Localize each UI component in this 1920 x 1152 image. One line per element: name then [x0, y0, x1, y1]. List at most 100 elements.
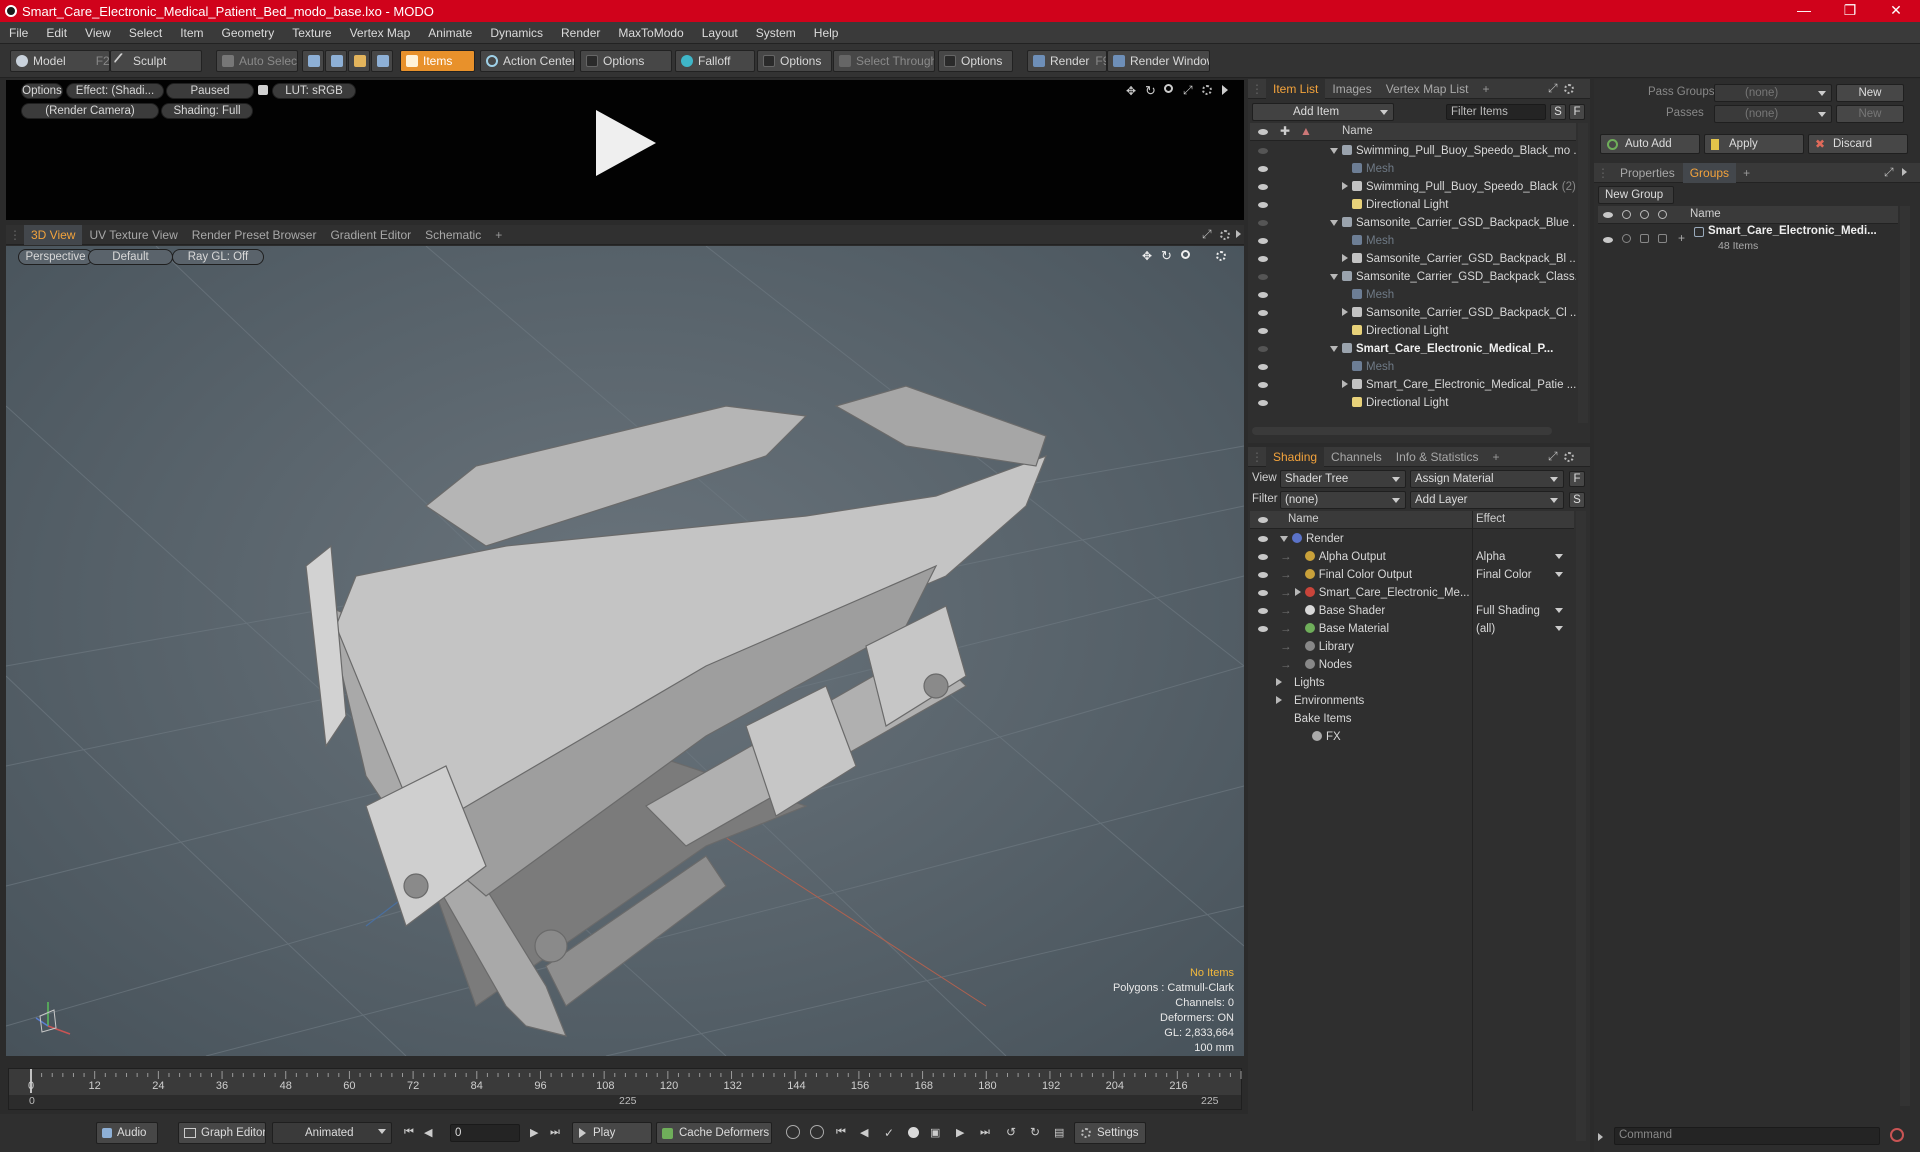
tab-schematic[interactable]: Schematic [418, 225, 488, 245]
group-lock-toggle[interactable] [1640, 234, 1649, 243]
menu-render[interactable]: Render [552, 26, 609, 40]
menu-geometry[interactable]: Geometry [213, 26, 284, 40]
tab-uv-texture-view[interactable]: UV Texture View [82, 225, 184, 245]
select-through-options-button[interactable]: Options [938, 50, 1013, 72]
animated-dropdown[interactable]: Animated [272, 1122, 392, 1144]
visibility-eye-icon[interactable] [1258, 400, 1268, 406]
collapse-icon[interactable] [1330, 274, 1338, 280]
new-group-button[interactable]: New Group [1598, 186, 1674, 204]
menu-file[interactable]: File [0, 26, 37, 40]
expand-icon[interactable] [1342, 182, 1348, 190]
groups-scrollbar[interactable] [1900, 206, 1910, 1106]
menu-layout[interactable]: Layout [693, 26, 747, 40]
timeline[interactable]: 0 12 24 36 48 60 72 84 96 108 120 132 144 156 168 180 19… [8, 1068, 1242, 1110]
new-pass-button[interactable]: New [1836, 105, 1904, 123]
record-icon[interactable] [908, 1127, 919, 1138]
item-list-row[interactable]: Directional Light [1250, 322, 1576, 340]
menu-edit[interactable]: Edit [37, 26, 76, 40]
menu-vertex-map[interactable]: Vertex Map [341, 26, 420, 40]
next-frame-icon[interactable]: ▶ [956, 1126, 964, 1139]
next-key-icon[interactable]: ▶ [530, 1126, 538, 1139]
shading-maximize-icon[interactable]: ⤢ [1548, 449, 1558, 464]
graph-editor-button[interactable]: Graph Editor [178, 1122, 266, 1144]
tab-render-preset-browser[interactable]: Render Preset Browser [185, 225, 324, 245]
collapse-icon[interactable] [1280, 536, 1288, 542]
zoom-icon[interactable] [1164, 84, 1173, 93]
tab-groups[interactable]: Groups [1682, 162, 1737, 183]
group-visibility-icon[interactable] [1603, 237, 1613, 243]
shading-settings-icon[interactable] [1564, 452, 1574, 462]
shader-tree-row[interactable]: → Alpha Output Alpha [1250, 548, 1574, 566]
filter-f-button[interactable]: F [1569, 104, 1585, 120]
command-history-icon[interactable] [1890, 1128, 1904, 1142]
close-icon[interactable]: ✕ [1874, 0, 1918, 22]
render-window-button[interactable]: Render Window [1107, 50, 1210, 72]
shader-scrollbar[interactable] [1576, 511, 1586, 1141]
sculpt-mode-button[interactable]: Sculpt [110, 50, 202, 72]
menu-system[interactable]: System [747, 26, 805, 40]
preview-camera-dropdown[interactable]: (Render Camera) [21, 103, 159, 119]
shader-tree-row[interactable]: Render [1250, 530, 1574, 548]
preview-settings-icon[interactable] [1202, 85, 1212, 95]
command-input[interactable]: Command [1614, 1127, 1880, 1145]
add-tab-icon[interactable]: + [1485, 447, 1506, 467]
expand-icon[interactable] [1342, 254, 1348, 262]
select-vertices-button[interactable] [302, 50, 324, 72]
tab-channels[interactable]: Channels [1324, 447, 1389, 467]
collapse-icon[interactable] [1330, 220, 1338, 226]
raygl-dropdown[interactable]: Ray GL: Off [172, 249, 264, 265]
expand-icon[interactable] [1294, 588, 1301, 596]
menu-dynamics[interactable]: Dynamics [481, 26, 552, 40]
auto-key-icon[interactable] [810, 1125, 824, 1139]
expand-icon[interactable] [1276, 678, 1282, 686]
visibility-eye-icon[interactable] [1258, 554, 1268, 560]
visibility-eye-icon[interactable] [1258, 292, 1268, 298]
item-list-row[interactable]: Mesh [1250, 358, 1576, 376]
shader-name-header[interactable]: Name [1288, 513, 1319, 525]
tab-vertex-map-list[interactable]: Vertex Map List [1379, 79, 1476, 99]
menu-view[interactable]: View [76, 26, 120, 40]
item-list-row[interactable]: Samsonite_Carrier_GSD_Backpack_Bl ... [1250, 250, 1576, 268]
effect-dropdown[interactable]: Final Color [1476, 566, 1568, 584]
item-list-maximize-icon[interactable]: ⤢ [1548, 81, 1558, 96]
previous-key-icon[interactable]: ◀ [424, 1126, 432, 1139]
effect-dropdown[interactable]: Alpha [1476, 548, 1568, 566]
menu-item[interactable]: Item [171, 26, 212, 40]
move-icon[interactable]: ✥ [1126, 84, 1136, 98]
apply-button[interactable]: Apply [1704, 134, 1804, 154]
add-tab-icon[interactable]: + [1475, 79, 1496, 99]
item-list-row[interactable]: Swimming_Pull_Buoy_Speedo_Black_mo ... [1250, 142, 1576, 160]
viewport-move-icon[interactable]: ✥ [1142, 249, 1152, 263]
item-list-row[interactable]: Mesh [1250, 160, 1576, 178]
shader-tree-row[interactable]: → Smart_Care_Electronic_Me... [1250, 584, 1574, 602]
shader-tree-row[interactable]: → Base Shader Full Shading [1250, 602, 1574, 620]
shader-tree-row[interactable]: Lights [1250, 674, 1574, 692]
shader-tree-row[interactable]: → Final Color Output Final Color [1250, 566, 1574, 584]
shader-view-dropdown[interactable]: Shader Tree [1280, 470, 1406, 488]
preview-paused-button[interactable]: Paused [166, 83, 254, 99]
item-list-row[interactable]: Swimming_Pull_Buoy_Speedo_Black (2) [1250, 178, 1576, 196]
visibility-eye-icon[interactable] [1258, 382, 1268, 388]
visibility-eye-icon[interactable] [1258, 184, 1268, 190]
item-list-row[interactable]: Mesh [1250, 286, 1576, 304]
visibility-eye-icon[interactable] [1258, 590, 1268, 596]
assign-material-dropdown[interactable]: Assign Material [1410, 470, 1564, 488]
add-item-button[interactable]: Add Item [1252, 103, 1394, 121]
item-list-settings-icon[interactable] [1564, 84, 1574, 94]
model-mode-button[interactable]: Model F2 [10, 50, 110, 72]
add-tab-icon[interactable]: + [488, 225, 509, 245]
viewport-zoom-icon[interactable] [1181, 250, 1190, 259]
shading-f-button[interactable]: F [1569, 471, 1585, 487]
rotate-icon[interactable]: ↻ [1145, 83, 1156, 99]
viewport-maximize-icon[interactable]: ⤢ [1202, 227, 1212, 242]
group-name-header[interactable]: Name [1690, 208, 1721, 220]
new-pass-group-button[interactable]: New [1836, 84, 1904, 102]
visibility-eye-icon[interactable] [1258, 328, 1268, 334]
select-edges-button[interactable] [325, 50, 347, 72]
visibility-eye-icon[interactable] [1258, 346, 1268, 352]
expand-icon[interactable] [1342, 308, 1348, 316]
play-icon[interactable] [590, 110, 656, 176]
default-style-dropdown[interactable]: Default [88, 249, 173, 265]
audio-button[interactable]: Audio [96, 1122, 158, 1144]
restore-icon[interactable]: ❐ [1828, 0, 1872, 22]
